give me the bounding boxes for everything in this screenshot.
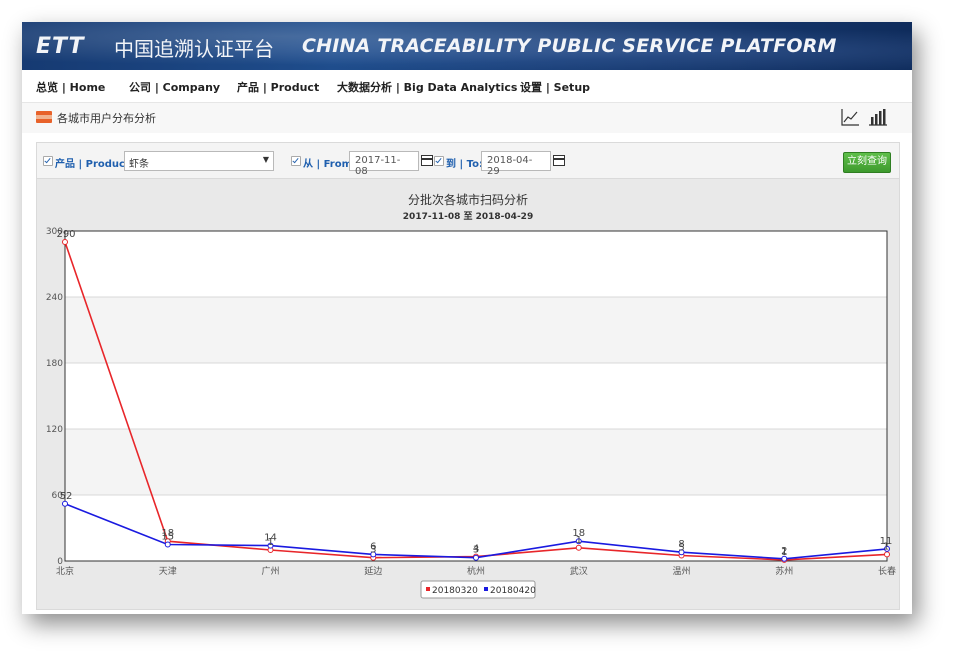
calendar-icon[interactable]	[421, 155, 433, 166]
to-label: 到 | To:	[446, 159, 483, 170]
data-label: 2	[781, 546, 787, 557]
data-point	[575, 544, 582, 551]
data-label: 14	[264, 533, 277, 544]
data-point	[62, 239, 68, 245]
site-title-cn: 中国追溯认证平台	[114, 37, 274, 61]
nav-home[interactable]: 总览 | Home	[36, 79, 105, 95]
logo: ETT	[36, 34, 85, 59]
main-nav: 总览 | Home 公司 | Company 产品 | Product 大数据分…	[22, 70, 912, 103]
data-point	[164, 541, 171, 548]
y-tick-label: 0	[57, 557, 63, 567]
site-title-en: CHINA TRACEABILITY PUBLIC SERVICE PLATFO…	[302, 35, 837, 57]
data-label: 6	[370, 541, 376, 552]
x-tick-label: 广州	[261, 565, 279, 577]
line-chart: 060120180240300北京 天津 广州 延边 杭州 武汉 温州 苏州 长春分批次各城市扫…	[46, 192, 896, 599]
data-point	[62, 500, 68, 507]
grid-band	[65, 297, 887, 363]
product-checkbox[interactable]	[43, 156, 53, 166]
page-header: 各城市用户分布分析	[22, 103, 912, 133]
data-label: 290	[56, 229, 75, 240]
from-date-input[interactable]: 2017-11-08	[349, 151, 419, 177]
x-tick-label: 苏州	[775, 565, 793, 577]
x-tick-label: 温州	[672, 566, 690, 577]
chevron-down-icon: ▼	[262, 155, 269, 164]
product-label: 产品 | Product:	[55, 159, 134, 170]
from-checkbox[interactable]	[291, 156, 301, 166]
legend-marker	[426, 587, 430, 591]
data-label: 15	[161, 532, 174, 543]
data-label: 18	[572, 528, 585, 539]
to-date-input[interactable]: 2018-04-29	[481, 151, 551, 177]
x-tick-label: 天津	[159, 566, 177, 577]
data-label: 3	[473, 545, 479, 556]
product-select[interactable]: 虾条 ▼	[124, 151, 274, 171]
legend-item: 20180420	[490, 586, 536, 596]
y-tick-label: 180	[46, 359, 63, 369]
data-label: 8	[678, 539, 684, 550]
x-tick-label: 长春	[878, 565, 896, 577]
x-tick-label: 杭州	[467, 565, 485, 577]
bar-chart-icon[interactable]	[868, 107, 888, 127]
calendar-icon[interactable]	[553, 155, 565, 166]
page-title: 各城市用户分布分析	[57, 112, 156, 125]
app-window: ETT 中国追溯认证平台 CHINA TRACEABILITY PUBLIC S…	[22, 22, 912, 614]
y-tick-label: 120	[46, 425, 63, 435]
line-chart-icon[interactable]	[840, 107, 860, 127]
legend-item: 20180320	[432, 586, 478, 596]
x-tick-label: 延边	[364, 565, 382, 577]
query-button[interactable]: 立刻查询	[843, 152, 891, 173]
nav-setup[interactable]: 设置 | Setup	[520, 79, 590, 95]
header-banner: ETT 中国追溯认证平台 CHINA TRACEABILITY PUBLIC S…	[22, 22, 912, 70]
chart-title: 分批次各城市扫码分析	[408, 192, 528, 207]
y-tick-label: 240	[46, 293, 63, 303]
nav-product[interactable]: 产品 | Product	[237, 79, 319, 95]
to-checkbox[interactable]	[434, 156, 444, 166]
chart-panel: 0 60 120 180 240 300 北京 天津 广州 延边 杭州 武汉 温州 苏州 长春 分批次各城市扫…	[36, 178, 900, 610]
nav-company[interactable]: 公司 | Company	[129, 79, 220, 95]
plot-area	[65, 231, 887, 561]
data-point	[884, 551, 890, 558]
legend-marker	[484, 587, 488, 591]
grid-band	[65, 429, 887, 495]
chart-subtitle: 2017-11-08 至 2018-04-29	[403, 211, 533, 222]
data-label: 11	[880, 536, 893, 547]
x-tick-label: 北京	[56, 565, 74, 577]
data-point	[473, 554, 479, 561]
data-label: 52	[60, 491, 73, 502]
product-select-value: 虾条	[129, 159, 149, 170]
x-tick-label: 武汉	[570, 565, 588, 577]
filter-bar: 产品 | Product: 虾条 ▼ 从 | From: 2017-11-08 …	[36, 142, 900, 179]
nav-big-data-analytics[interactable]: 大数据分析 | Big Data Analytics	[337, 79, 517, 95]
report-icon	[36, 111, 52, 123]
